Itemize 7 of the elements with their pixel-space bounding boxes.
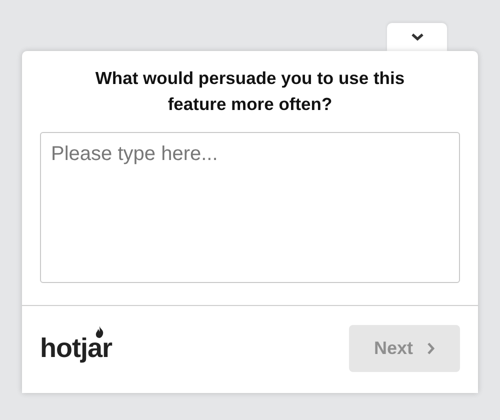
answer-field[interactable]: Please type here... [40, 132, 460, 283]
flame-icon [95, 326, 104, 338]
chevron-down-icon [410, 33, 424, 41]
collapse-tab[interactable] [387, 23, 447, 51]
chevron-right-icon [427, 342, 435, 355]
logo-text: hotjar [40, 335, 112, 362]
survey-question: What would persuade you to use this feature more often? [94, 67, 406, 116]
